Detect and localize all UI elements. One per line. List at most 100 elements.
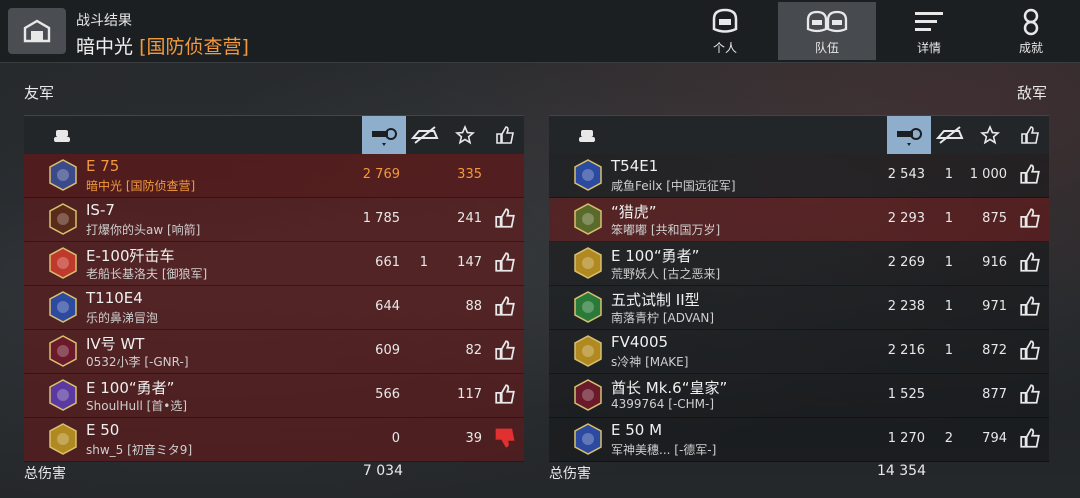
enemies-table-header	[549, 115, 1049, 154]
tab-details-label: 详情	[916, 41, 941, 55]
thumbs-up-icon[interactable]	[1019, 207, 1041, 229]
thumbs-up-icon[interactable]	[1019, 295, 1041, 317]
allies-rows: E 75 暗中光 [国防侦查营] 2 769 335 IS-7 打爆你的头aw [响箭] 1…	[24, 154, 524, 462]
kills-value: 1	[419, 255, 428, 270]
damage-value: 0	[391, 431, 400, 446]
garage-button[interactable]	[8, 8, 66, 54]
thumbs-up-icon[interactable]	[1019, 251, 1041, 273]
tab-achievements-label: 成就	[1018, 41, 1043, 55]
thumbs-up-icon[interactable]	[494, 383, 516, 405]
damage-value: 661	[375, 255, 400, 270]
damage-icon	[897, 128, 922, 146]
tank-class-emblem-icon	[48, 423, 78, 455]
thumbs-up-icon[interactable]	[1019, 339, 1041, 361]
tank-class-emblem-icon	[48, 203, 78, 235]
kills-column-button[interactable]	[408, 116, 442, 154]
player-name: 4399764 [-CHM-]	[611, 397, 715, 411]
garage-icon	[23, 19, 51, 43]
enemies-total-damage: 14 354	[877, 463, 926, 479]
tab-personal-label: 个人	[712, 41, 737, 55]
allies-table-header	[24, 115, 524, 154]
player-row[interactable]: IV号 WT 0532小李 [-GNR-] 609 82	[24, 330, 524, 374]
score-column-button[interactable]	[452, 116, 478, 154]
player-row[interactable]: E 50 shw_5 [初音ミタ9] 0 39	[24, 418, 524, 462]
player-row[interactable]: “猎虎” 笨嘟嘟 [共和国万岁] 2 293 1 875	[549, 198, 1049, 242]
damage-value: 2 769	[362, 167, 400, 182]
damage-value: 609	[375, 343, 400, 358]
thumbs-up-icon[interactable]	[494, 207, 516, 229]
star-icon	[980, 125, 1000, 145]
kills-value: 1	[944, 343, 953, 358]
thumbs-up-icon[interactable]	[1019, 427, 1041, 449]
score-value: 875	[982, 211, 1007, 226]
score-value: 794	[982, 431, 1007, 446]
tank-class-emblem-icon	[573, 379, 603, 411]
damage-value: 2 216	[887, 343, 925, 358]
kills-icon	[410, 126, 439, 144]
damage-value: 1 525	[887, 387, 925, 402]
player-row[interactable]: E 100“勇者” ShoulHull [首•选] 566 117	[24, 374, 524, 418]
kills-column-button[interactable]	[933, 116, 967, 154]
player-clan: [国防侦查营]	[139, 36, 249, 58]
damage-column-sort-button[interactable]	[887, 116, 931, 154]
player-row[interactable]: 酋长 Mk.6“皇家” 4399764 [-CHM-] 1 525 877	[549, 374, 1049, 418]
tab-achievements[interactable]: 成就	[982, 2, 1080, 60]
thumbs-up-icon[interactable]	[1019, 163, 1041, 185]
score-value: 916	[982, 255, 1007, 270]
star-icon	[455, 125, 475, 145]
tank-name: IV号 WT	[86, 335, 145, 353]
tank-class-emblem-icon	[573, 423, 603, 455]
player-row[interactable]: E 75 暗中光 [国防侦查营] 2 769 335	[24, 154, 524, 198]
tab-team[interactable]: 队伍	[778, 2, 876, 60]
player-row[interactable]: FV4005 s冷神 [MAKE] 2 216 1 872	[549, 330, 1049, 374]
thumbs-down-icon[interactable]	[494, 427, 516, 449]
score-value: 872	[982, 343, 1007, 358]
player-name: 0532小李 [-GNR-]	[86, 355, 189, 369]
score-value: 88	[465, 299, 482, 314]
score-value: 117	[457, 387, 482, 402]
allies-total-label: 总伤害	[24, 466, 66, 482]
player-row[interactable]: IS-7 打爆你的头aw [响箭] 1 785 241	[24, 198, 524, 242]
player-name: shw_5 [初音ミタ9]	[86, 443, 193, 457]
player-name: s冷神 [MAKE]	[611, 355, 689, 369]
tank-class-emblem-icon	[48, 335, 78, 367]
tank-class-emblem-icon	[573, 159, 603, 191]
tank-name: 五式试制 II型	[611, 291, 700, 309]
player-name: 军神美穗... [-德军-]	[611, 443, 717, 457]
tank-class-emblem-icon	[573, 247, 603, 279]
damage-value: 1 270	[887, 431, 925, 446]
tab-details[interactable]: 详情	[880, 2, 978, 60]
damage-icon	[372, 128, 397, 146]
tank-name: E 50	[86, 421, 120, 439]
player-row[interactable]: E 100“勇者” 荒野妖人 [古之恶来] 2 269 1 916	[549, 242, 1049, 286]
thumbs-up-icon[interactable]	[1019, 383, 1041, 405]
medal-icon	[1023, 8, 1039, 36]
tank-class-emblem-icon	[48, 247, 78, 279]
tank-name: E 100“勇者”	[86, 379, 175, 397]
battle-result-label: 战斗结果	[76, 13, 132, 29]
tab-personal[interactable]: 个人	[676, 2, 774, 60]
score-column-button[interactable]	[977, 116, 1003, 154]
player-row[interactable]: T110E4 乐的鼻涕冒泡 644 88	[24, 286, 524, 330]
player-name: ShoulHull [首•选]	[86, 399, 188, 413]
player-row[interactable]: T54E1 咸鱼Feilx [中国远征军] 2 543 1 1 000	[549, 154, 1049, 198]
thumbs-up-icon[interactable]	[494, 251, 516, 273]
score-value: 82	[465, 343, 482, 358]
player-row[interactable]: E-100歼击车 老船长基洛夫 [御狼军] 661 1 147	[24, 242, 524, 286]
kills-value: 1	[944, 299, 953, 314]
tank-name: FV4005	[611, 333, 669, 351]
thumbs-up-icon[interactable]	[494, 295, 516, 317]
tank-class-emblem-icon	[573, 335, 603, 367]
kills-icon	[935, 126, 964, 144]
tank-name: E-100歼击车	[86, 247, 175, 265]
player-row[interactable]: 五式试制 II型 南落青柠 [ADVAN] 2 238 1 971	[549, 286, 1049, 330]
player-name: 南落青柠 [ADVAN]	[611, 311, 715, 325]
tank-name: IS-7	[86, 201, 115, 219]
enemies-panel: T54E1 咸鱼Feilx [中国远征军] 2 543 1 1 000 “猎虎” 笨嘟嘟 […	[549, 115, 1049, 462]
thumbs-up-icon[interactable]	[494, 339, 516, 361]
thumbs-up-icon	[496, 126, 514, 144]
tank-column-icon	[575, 116, 599, 154]
player-row[interactable]: E 50 M 军神美穗... [-德军-] 1 270 2 794	[549, 418, 1049, 462]
tank-class-emblem-icon	[573, 291, 603, 323]
damage-column-sort-button[interactable]	[362, 116, 406, 154]
